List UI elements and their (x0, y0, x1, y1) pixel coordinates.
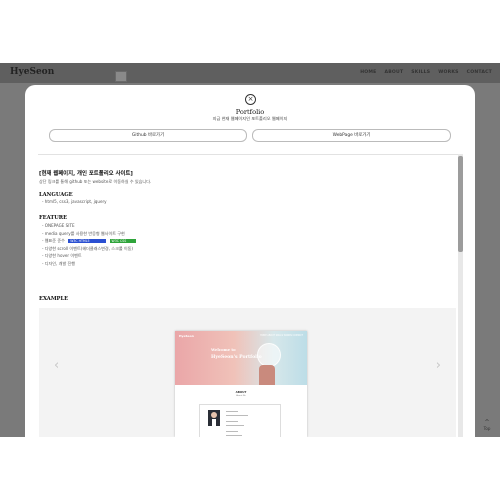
preview-nav: HOME ABOUT SKILLS WORKS CONTACT (260, 334, 303, 337)
preview-text-line (226, 415, 248, 416)
nav-link-home[interactable]: HOME (360, 70, 376, 75)
feature-item: - ONEPAGE SITE (42, 223, 75, 228)
preview-text-line (226, 431, 238, 432)
example-title: EXAMPLE (39, 296, 69, 302)
preview-welcome: Welcome to (211, 347, 236, 352)
preview-about-subtitle: About Me (236, 395, 246, 397)
feature-item: - 디자인, 개발 진행 (42, 260, 76, 266)
github-link-button[interactable]: Github 바로가기 (49, 129, 247, 142)
nav-links: HOME ABOUT SKILLS WORKS CONTACT (360, 70, 492, 75)
language-item: - html5, css3, javascript, jquery (42, 199, 107, 204)
feature-item: - 다양한 scroll 이벤트(헤더클래스변경, 스크롤 이동) (42, 245, 134, 251)
scroll-top-button[interactable]: ^ Top (480, 420, 494, 434)
project-intro: 상단 링크를 통해 github 또는 website로 이동하실 수 있습니다… (39, 179, 152, 184)
chevron-left-icon[interactable]: ‹ (54, 358, 59, 373)
modal-content: [현재 웹페이지, 개인 포트폴리오 사이트] 상단 링크를 통해 github… (25, 154, 475, 437)
preview-hero: HyeSeon HOME ABOUT SKILLS WORKS CONTACT … (175, 331, 307, 385)
preview-text-line (226, 435, 242, 436)
w3c-html-badge[interactable]: W3C HTML5 (68, 239, 107, 244)
project-heading: [현재 웹페이지, 개인 포트폴리오 사이트] (39, 171, 133, 177)
content-divider (38, 154, 458, 155)
modal-scrollbar[interactable] (458, 154, 463, 437)
page-viewport: HyeSeon HOME ABOUT SKILLS WORKS CONTACT … (0, 63, 500, 437)
scroll-top-label: Top (483, 426, 491, 431)
example-title-block: EXAMPLE (39, 296, 68, 302)
preview-brand: HyeSeon (179, 334, 194, 338)
nav-link-about[interactable]: ABOUT (384, 70, 403, 75)
feature-item-label: - 웹표준 준수 (42, 238, 65, 244)
example-carousel: ‹ › HyeSeon HOME ABOUT SKILLS WORKS CONT… (39, 308, 456, 437)
preview-profile-card (199, 404, 281, 437)
brand-logo[interactable]: HyeSeon (10, 67, 54, 77)
feature-item: - media query를 사용한 반응형 웹사이트 구현 (42, 230, 125, 236)
preview-text-line (226, 411, 238, 412)
profile-photo (208, 410, 220, 426)
preview-text-line (226, 421, 238, 422)
feature-item-standards: - 웹표준 준수 W3C HTML5 W3C CSS (42, 237, 136, 245)
preview-name: HyeSeon's Portfolio (211, 355, 262, 360)
chevron-right-icon[interactable]: › (436, 358, 441, 373)
site-navbar: HyeSeon HOME ABOUT SKILLS WORKS CONTACT (0, 63, 500, 83)
webpage-link-button[interactable]: WebPage 바로가기 (252, 129, 451, 142)
nav-link-works[interactable]: WORKS (438, 70, 458, 75)
preview-text-line (226, 425, 244, 426)
w3c-css-badge[interactable]: W3C CSS (109, 239, 136, 244)
portfolio-modal: × Portfolio 지금 현재 웹페이지인 포트폴리오 웹페이지 Githu… (25, 85, 475, 437)
hand-image (259, 365, 275, 385)
feature-section: FEATURE - ONEPAGE SITE - media query를 사용… (39, 215, 136, 268)
language-section: LANGUAGE - html5, css3, javascript, jque… (39, 192, 107, 206)
close-icon[interactable]: × (245, 94, 256, 105)
modal-subtitle: 지금 현재 웹페이지인 포트폴리오 웹페이지 (212, 116, 288, 121)
preview-about-title: ABOUT (235, 390, 247, 394)
nav-link-skills[interactable]: SKILLS (411, 70, 430, 75)
scrollbar-thumb[interactable] (458, 156, 463, 252)
modal-title: Portfolio (235, 108, 265, 116)
portfolio-preview-image: HyeSeon HOME ABOUT SKILLS WORKS CONTACT … (175, 331, 307, 437)
nav-link-contact[interactable]: CONTACT (467, 70, 492, 75)
background-thumbnail (115, 71, 127, 82)
project-heading-block: [현재 웹페이지, 개인 포트폴리오 사이트] 상단 링크를 통해 github… (39, 169, 151, 185)
feature-title: FEATURE (39, 215, 68, 221)
feature-item: - 다양한 hover 이벤트 (42, 253, 82, 259)
